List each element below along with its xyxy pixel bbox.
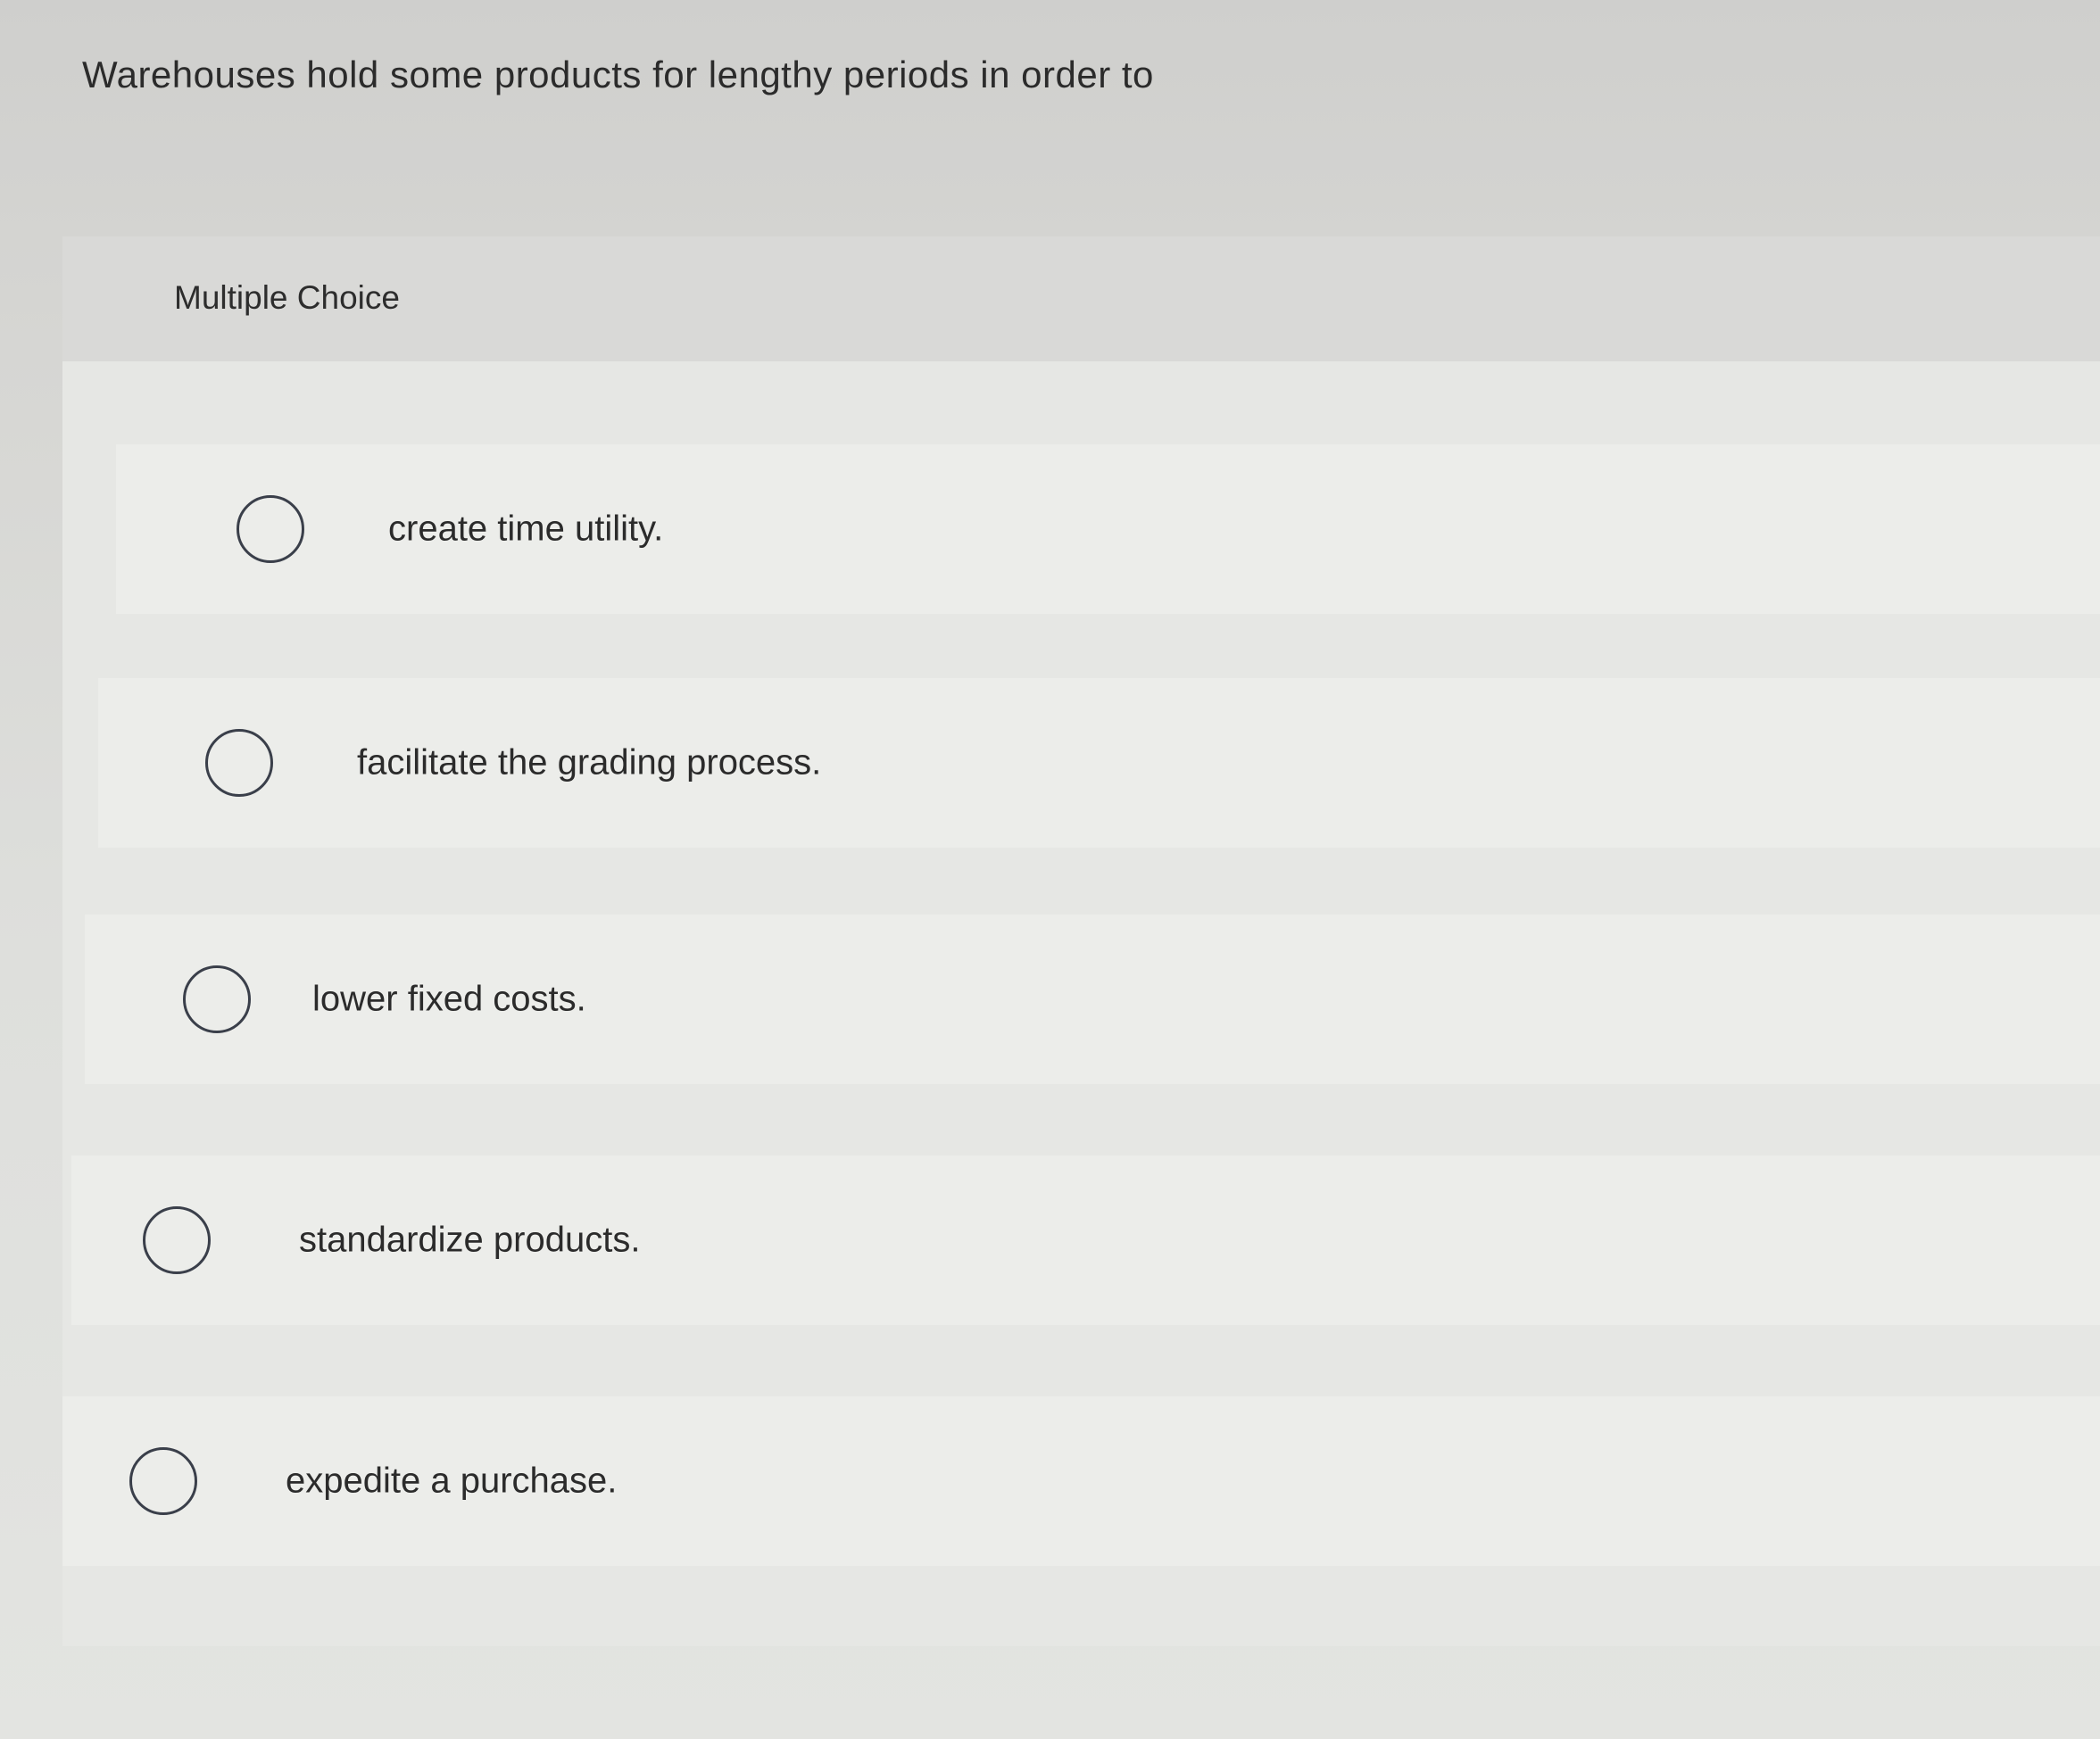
answer-option-label: expedite a purchase. — [286, 1461, 618, 1501]
multiple-choice-header: Multiple Choice — [62, 236, 2100, 361]
radio-button-icon[interactable] — [237, 495, 304, 563]
question-text: Warehouses hold some products for length… — [82, 54, 1154, 95]
answer-option-2[interactable]: facilitate the grading process. — [98, 678, 2100, 848]
answer-option-label: facilitate the grading process. — [357, 742, 822, 783]
multiple-choice-panel: Multiple Choice create time utility. fac… — [62, 236, 2100, 1646]
radio-button-icon[interactable] — [183, 965, 251, 1033]
multiple-choice-label: Multiple Choice — [174, 279, 400, 316]
answer-option-label: lower fixed costs. — [312, 979, 586, 1019]
radio-button-icon[interactable] — [143, 1206, 211, 1274]
answer-option-1[interactable]: create time utility. — [116, 444, 2100, 614]
radio-button-icon[interactable] — [205, 729, 273, 797]
radio-button-icon[interactable] — [129, 1447, 197, 1515]
answer-option-5[interactable]: expedite a purchase. — [62, 1396, 2100, 1566]
answer-option-4[interactable]: standardize products. — [71, 1155, 2100, 1325]
answer-option-3[interactable]: lower fixed costs. — [85, 915, 2100, 1084]
answer-option-label: standardize products. — [299, 1220, 641, 1260]
answer-option-label: create time utility. — [388, 509, 664, 549]
